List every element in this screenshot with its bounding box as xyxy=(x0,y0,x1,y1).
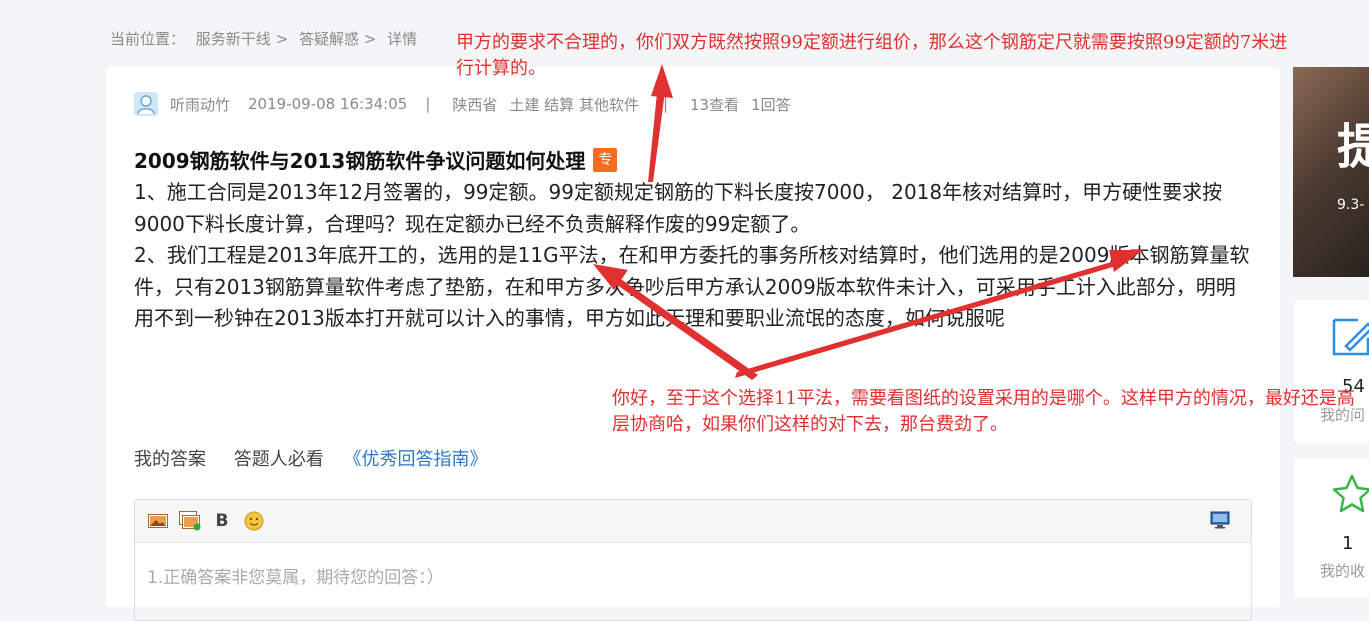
editor-toolbar: B xyxy=(135,500,1251,543)
star-icon xyxy=(1332,474,1369,518)
my-favorites-card[interactable]: 1 我的收 xyxy=(1294,458,1369,598)
meta-divider: | xyxy=(425,95,431,113)
edit-icon xyxy=(1332,316,1369,362)
my-answer-label: 我的答案 xyxy=(134,449,206,470)
question-body: 1、施工合同是2013年12月签署的，99定额。99定额规定钢筋的下料长度按70… xyxy=(134,177,1252,335)
user-icon xyxy=(137,95,155,114)
insert-image-icon[interactable] xyxy=(147,511,169,531)
question-paragraph: 2、我们工程是2013年底开工的，选用的是11G平法，在和甲方委托的事务所核对结… xyxy=(134,243,1250,330)
breadcrumb-separator: > xyxy=(275,30,289,48)
annotation-top: 甲方的要求不合理的，你们双方既然按照99定额进行组价，那么这个钢筋定尺就需要按照… xyxy=(456,32,1288,79)
bold-button[interactable]: B xyxy=(211,511,233,531)
post-datetime: 2019-09-08 16:34:05 xyxy=(248,95,408,113)
question-title-text: 2009钢筋软件与2013钢筋软件争议问题如何处理 xyxy=(134,149,586,173)
professional-badge: 专 xyxy=(593,147,618,172)
breadcrumb: 当前位置： 服务新干线 > 答疑解惑 > 详情 xyxy=(110,28,423,49)
insert-gallery-icon[interactable] xyxy=(179,511,201,531)
answer-editor: B 1.正确答案非您莫属，期待您的回答：） xyxy=(134,499,1252,621)
region-tag: 陕西省 xyxy=(452,95,498,114)
breadcrumb-label: 当前位置： xyxy=(110,30,186,48)
breadcrumb-current: 详情 xyxy=(387,30,418,48)
avatar[interactable] xyxy=(134,92,158,116)
answer-header: 我的答案 答题人必看 《优秀回答指南》 xyxy=(134,445,487,471)
banner-date: 9.3- xyxy=(1337,197,1365,213)
question-paragraph: 1、施工合同是2013年12月签署的，99定额。99定额规定钢筋的下料长度按70… xyxy=(134,180,1223,236)
breadcrumb-separator: > xyxy=(363,30,377,48)
promo-banner[interactable]: 提 9.3- xyxy=(1293,67,1369,277)
answers-count: 1回答 xyxy=(751,95,791,114)
annotation-bottom: 你好，至于这个选择11平法，需要看图纸的设置采用的是哪个。这样甲方的情况，最好还… xyxy=(612,388,1355,435)
answer-guide-link[interactable]: 《优秀回答指南》 xyxy=(343,449,487,470)
question-title: 2009钢筋软件与2013钢筋软件争议问题如何处理 专 xyxy=(134,145,618,174)
banner-text: 提 xyxy=(1337,119,1369,175)
category-tags: 土建 结算 其他软件 xyxy=(509,95,639,114)
meta-divider: | xyxy=(662,95,669,113)
favorites-label: 我的收 xyxy=(1320,562,1366,580)
monitor-icon[interactable] xyxy=(1209,510,1231,530)
breadcrumb-section-link[interactable]: 答疑解惑 xyxy=(299,30,359,48)
must-read-label: 答题人必看 xyxy=(233,449,324,470)
question-meta: 听雨动竹 2019-09-08 16:34:05 | 陕西省 土建 结算 其他软… xyxy=(134,92,797,116)
views-count: 13查看 xyxy=(690,95,740,114)
emoji-icon[interactable] xyxy=(243,511,265,531)
breadcrumb-home-link[interactable]: 服务新干线 xyxy=(196,30,271,48)
favorites-count: 1 xyxy=(1342,533,1354,554)
answer-input[interactable]: 1.正确答案非您莫属，期待您的回答：） xyxy=(135,543,1251,608)
author-name[interactable]: 听雨动竹 xyxy=(170,94,230,115)
question-card: 听雨动竹 2019-09-08 16:34:05 | 陕西省 土建 结算 其他软… xyxy=(106,67,1280,621)
